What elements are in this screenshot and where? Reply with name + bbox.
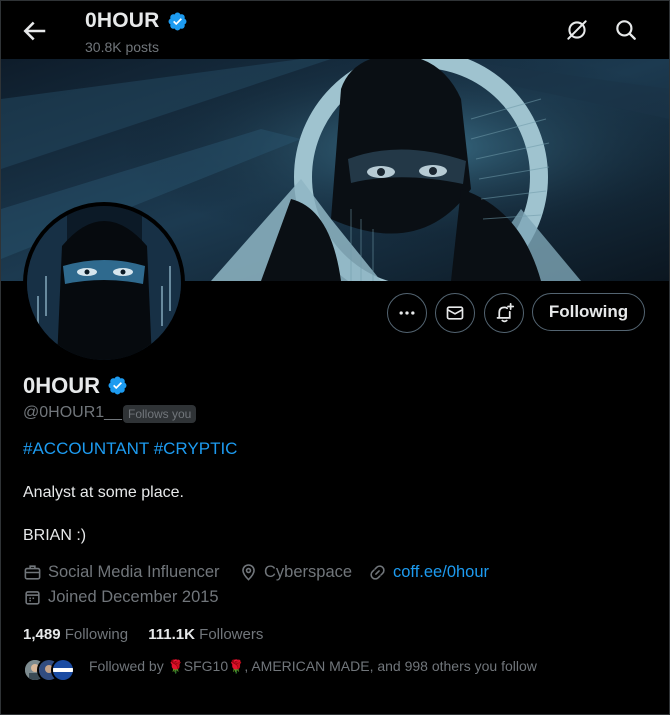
- profile-stats: 1,489 Following 111.1K Followers: [23, 626, 263, 643]
- message-button[interactable]: [435, 293, 475, 333]
- followed-by-prefix: Followed by: [89, 658, 168, 674]
- following-count: 1,489: [23, 626, 61, 643]
- category-text: Social Media Influencer: [48, 563, 220, 581]
- following-stat[interactable]: 1,489 Following: [23, 626, 128, 643]
- avatar-image: [27, 206, 181, 360]
- profile-category: Social Media Influencer: [23, 563, 220, 582]
- envelope-icon: [446, 306, 464, 320]
- bell-plus-icon: [496, 302, 514, 322]
- verified-badge-icon: [108, 376, 127, 395]
- follower-avatar-3: [51, 658, 75, 682]
- rose-icon: 🌹: [228, 659, 245, 674]
- profile-display-name: 0HOUR: [23, 373, 101, 398]
- followed-by-name-1: SFG10: [183, 658, 229, 674]
- profile-joined: Joined December 2015: [23, 588, 219, 607]
- arrow-left-icon[interactable]: [19, 16, 49, 46]
- rose-icon: 🌹: [167, 659, 184, 674]
- posts-count: 30.8K posts: [85, 39, 159, 55]
- more-dots-icon: [399, 311, 415, 315]
- search-icon[interactable]: [613, 17, 639, 43]
- link-icon: [370, 565, 385, 580]
- briefcase-icon: [24, 565, 41, 580]
- location-text: Cyberspace: [264, 563, 353, 581]
- profile-avatar[interactable]: [23, 202, 185, 364]
- location-pin-icon: [242, 564, 255, 581]
- bio-line-2: BRIAN :): [23, 527, 87, 544]
- followed-by-text[interactable]: Followed by 🌹SFG10🌹, AMERICAN MADE, and …: [89, 658, 537, 675]
- top-bar: 0HOUR 30.8K posts: [1, 1, 669, 59]
- notify-button[interactable]: [484, 293, 524, 333]
- profile-website: coff.ee/0hour: [368, 563, 489, 582]
- followers-count: 111.1K: [148, 626, 195, 643]
- header-title: 0HOUR: [85, 9, 160, 32]
- followers-stat[interactable]: 111.1K Followers: [148, 626, 263, 643]
- joined-text: Joined December 2015: [48, 588, 219, 606]
- follows-you-badge: Follows you: [123, 405, 197, 423]
- followed-by-suffix: , AMERICAN MADE, and 998 others you foll…: [244, 658, 537, 674]
- bio-line-1: Analyst at some place.: [23, 484, 184, 501]
- following-label: Following: [64, 626, 129, 643]
- profile-location: Cyberspace: [239, 563, 352, 582]
- profile-page: 0HOUR 30.8K posts Following 0HOUR @0HOUR…: [0, 0, 670, 715]
- grok-slash-circle-icon[interactable]: [564, 17, 590, 43]
- hashtag-accountant[interactable]: #ACCOUNTANT: [23, 439, 149, 458]
- following-button[interactable]: Following: [532, 293, 645, 331]
- followers-label: Followers: [199, 626, 264, 643]
- verified-badge-icon: [168, 12, 187, 31]
- bio-hashtags: #ACCOUNTANT #CRYPTIC: [23, 439, 237, 459]
- more-button[interactable]: [387, 293, 427, 333]
- website-link[interactable]: coff.ee/0hour: [393, 563, 489, 582]
- hashtag-cryptic[interactable]: #CRYPTIC: [154, 439, 238, 458]
- profile-handle: @0HOUR1__: [23, 404, 122, 421]
- calendar-icon: [25, 591, 40, 605]
